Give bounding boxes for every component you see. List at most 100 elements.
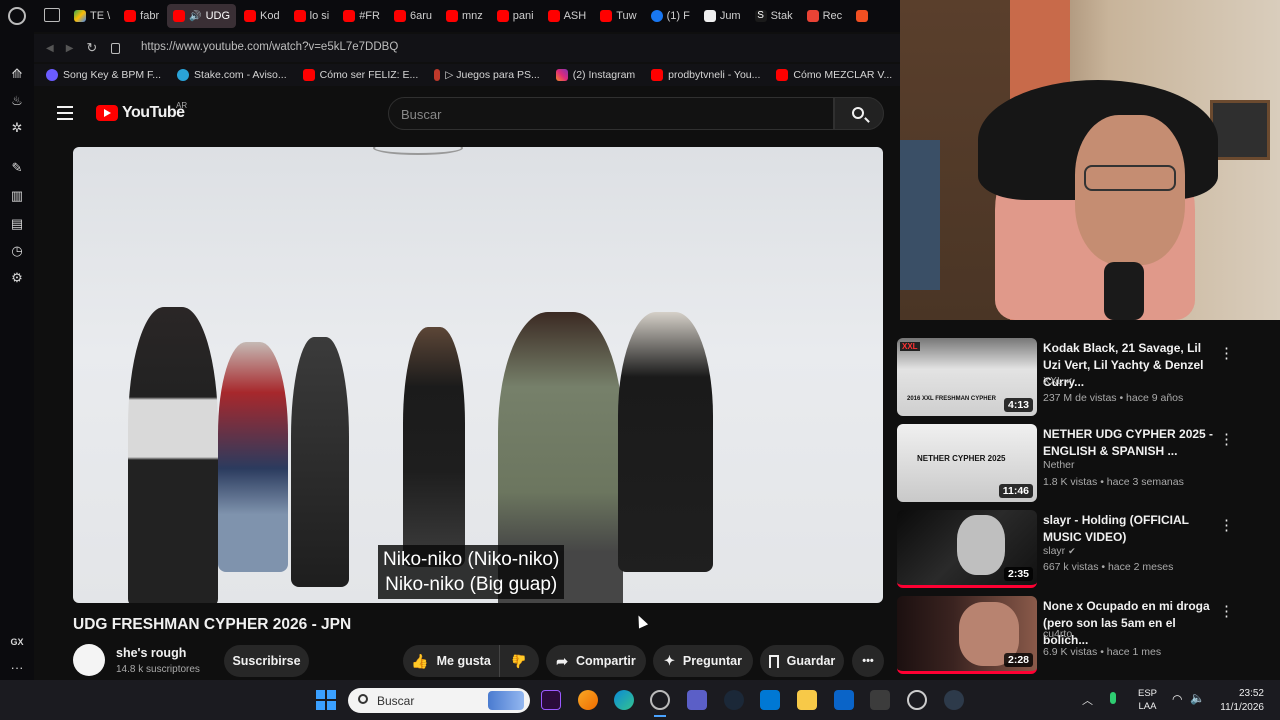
speaker-icon[interactable]: 🔊: [189, 11, 201, 22]
kebab-menu-icon[interactable]: ⋮: [1219, 430, 1234, 448]
tab[interactable]: 6aru: [388, 4, 438, 28]
settings-gear-icon[interactable]: [944, 690, 964, 710]
save-button[interactable]: Guardar: [760, 645, 844, 677]
microphone-icon[interactable]: [1110, 692, 1116, 704]
kebab-menu-icon[interactable]: ⋮: [1219, 516, 1234, 534]
tab[interactable]: Rec: [801, 4, 849, 28]
recommendation-title[interactable]: NETHER UDG CYPHER 2025 - ENGLISH & SPANI…: [1043, 426, 1218, 460]
thumbs-up-icon: 👍: [411, 652, 429, 669]
obs-icon[interactable]: [907, 690, 927, 710]
bookmark-item[interactable]: Stake.com - Aviso...: [177, 69, 287, 81]
premiere-icon[interactable]: [541, 690, 561, 710]
youtube-logo[interactable]: YouTube: [96, 104, 185, 122]
twitch-icon[interactable]: ✎: [9, 160, 25, 176]
kebab-menu-icon[interactable]: ⋮: [1219, 602, 1234, 620]
recommendation-item[interactable]: 2:28 None x Ocupado en mi droga (pero so…: [897, 596, 1280, 676]
steam-icon[interactable]: [724, 690, 744, 710]
tab[interactable]: lo si: [288, 4, 336, 28]
video-thumbnail[interactable]: NETHER CYPHER 2025 11:46: [897, 424, 1037, 502]
recommendation-channel[interactable]: XXL ✔: [1043, 375, 1073, 387]
url-field[interactable]: https://www.youtube.com/watch?v=e5kL7e7D…: [141, 41, 398, 53]
recommendation-channel[interactable]: Nether: [1043, 459, 1075, 471]
tab[interactable]: #FR: [337, 4, 386, 28]
chevron-up-icon[interactable]: ︿: [1082, 692, 1093, 708]
tab[interactable]: (1) F: [645, 4, 696, 28]
tab[interactable]: [850, 4, 874, 28]
search-button[interactable]: [834, 97, 884, 130]
taskbar-search-input[interactable]: Buscar: [348, 688, 530, 713]
tab-overview-icon[interactable]: [44, 8, 60, 22]
bookmark-item[interactable]: Cómo ser FELIZ: E...: [302, 69, 418, 81]
bookmark-item[interactable]: prodbytvneli - You...: [651, 69, 760, 81]
recommendation-channel[interactable]: slayr ✔: [1043, 545, 1076, 557]
recommendation-item[interactable]: XXL 2016 XXL FRESHMAN CYPHER 4:13 Kodak …: [897, 338, 1280, 418]
video-title: UDG FRESHMAN CYPHER 2026 - JPN: [73, 616, 352, 633]
performer: [618, 312, 713, 572]
forward-icon[interactable]: ▶: [66, 43, 74, 54]
video-player[interactable]: [73, 147, 883, 603]
clock[interactable]: 23:52 11/1/2026: [1218, 687, 1264, 715]
keyboard-layout: LAA: [1138, 701, 1157, 712]
tab[interactable]: Tuw: [594, 4, 642, 28]
tab[interactable]: fabr: [118, 4, 165, 28]
opera-logo-icon[interactable]: [8, 7, 26, 25]
extensions-icon[interactable]: ♨: [9, 93, 25, 109]
volume-icon[interactable]: 🔈: [1190, 691, 1205, 705]
subscribe-button[interactable]: Suscribirse: [224, 645, 309, 677]
recommendation-channel[interactable]: cu4rto: [1043, 628, 1072, 640]
recommendation-item[interactable]: 2:35 slayr - Holding (OFFICIAL MUSIC VID…: [897, 510, 1280, 590]
menu-icon[interactable]: [57, 106, 73, 120]
youtube-icon: [124, 10, 137, 22]
tab[interactable]: TE \: [68, 4, 116, 28]
bookmark-item[interactable]: Song Key & BPM F...: [46, 69, 161, 81]
history-icon[interactable]: ▤: [9, 216, 25, 232]
bookmarks-icon[interactable]: ▥: [9, 188, 25, 204]
tab[interactable]: pani: [491, 4, 540, 28]
channel-name[interactable]: she's rough: [116, 646, 186, 660]
edge-icon[interactable]: [614, 690, 634, 710]
wifi-icon[interactable]: ◠: [1172, 692, 1182, 706]
more-icon[interactable]: ···: [9, 660, 25, 676]
recommendation-title[interactable]: slayr - Holding (OFFICIAL MUSIC VIDEO): [1043, 512, 1218, 546]
tab[interactable]: Jum: [698, 4, 747, 28]
bookmark-item[interactable]: ▷ Juegos para PS...: [434, 69, 540, 81]
windows-start-icon[interactable]: [316, 690, 336, 710]
recommendation-item[interactable]: NETHER CYPHER 2025 11:46 NETHER UDG CYPH…: [897, 424, 1280, 504]
folder-icon[interactable]: [797, 690, 817, 710]
back-icon[interactable]: ◀: [46, 43, 54, 54]
tab[interactable]: mnz: [440, 4, 489, 28]
tab[interactable]: ASH: [542, 4, 593, 28]
gx-label[interactable]: GX: [9, 634, 25, 650]
clock-icon[interactable]: ◷: [9, 243, 25, 259]
recommendation-title[interactable]: None x Ocupado en mi droga (pero son las…: [1043, 598, 1218, 649]
outlook-icon[interactable]: [834, 690, 854, 710]
settings-icon[interactable]: ⚙: [9, 270, 25, 286]
call-of-duty-icon[interactable]: [870, 690, 890, 710]
avatar[interactable]: [73, 644, 105, 676]
notes-icon[interactable]: [687, 690, 707, 710]
tab[interactable]: S Stak: [749, 4, 799, 28]
like-button[interactable]: 👍 Me gusta: [403, 645, 499, 677]
youtube-icon: [776, 69, 789, 81]
video-thumbnail[interactable]: 2:28: [897, 596, 1037, 674]
opera-gx-icon[interactable]: [650, 690, 670, 710]
search-input[interactable]: Buscar: [388, 97, 834, 130]
store-icon[interactable]: [760, 690, 780, 710]
bookmark-item[interactable]: (2) Instagram: [555, 69, 635, 81]
more-actions-button[interactable]: •••: [852, 645, 884, 677]
fl-studio-icon[interactable]: [578, 690, 598, 710]
tab[interactable]: Kod: [238, 4, 286, 28]
share-button[interactable]: ➦ Compartir: [546, 645, 646, 677]
bookmark-item[interactable]: Cómo MEZCLAR V...: [776, 69, 892, 81]
stake-icon: S: [754, 10, 767, 22]
discord-icon[interactable]: ✲: [9, 120, 25, 136]
dislike-button[interactable]: 👍: [499, 645, 539, 677]
tab-active[interactable]: 🔊 UDG: [167, 4, 237, 28]
ask-button[interactable]: ✦ Preguntar: [653, 645, 753, 677]
language-indicator[interactable]: ESP LAA: [1138, 687, 1157, 713]
video-thumbnail[interactable]: XXL 2016 XXL FRESHMAN CYPHER 4:13: [897, 338, 1037, 416]
reload-icon[interactable]: ↻: [86, 40, 97, 56]
video-thumbnail[interactable]: 2:35: [897, 510, 1037, 588]
home-icon[interactable]: ⟰: [9, 66, 25, 82]
kebab-menu-icon[interactable]: ⋮: [1219, 344, 1234, 362]
